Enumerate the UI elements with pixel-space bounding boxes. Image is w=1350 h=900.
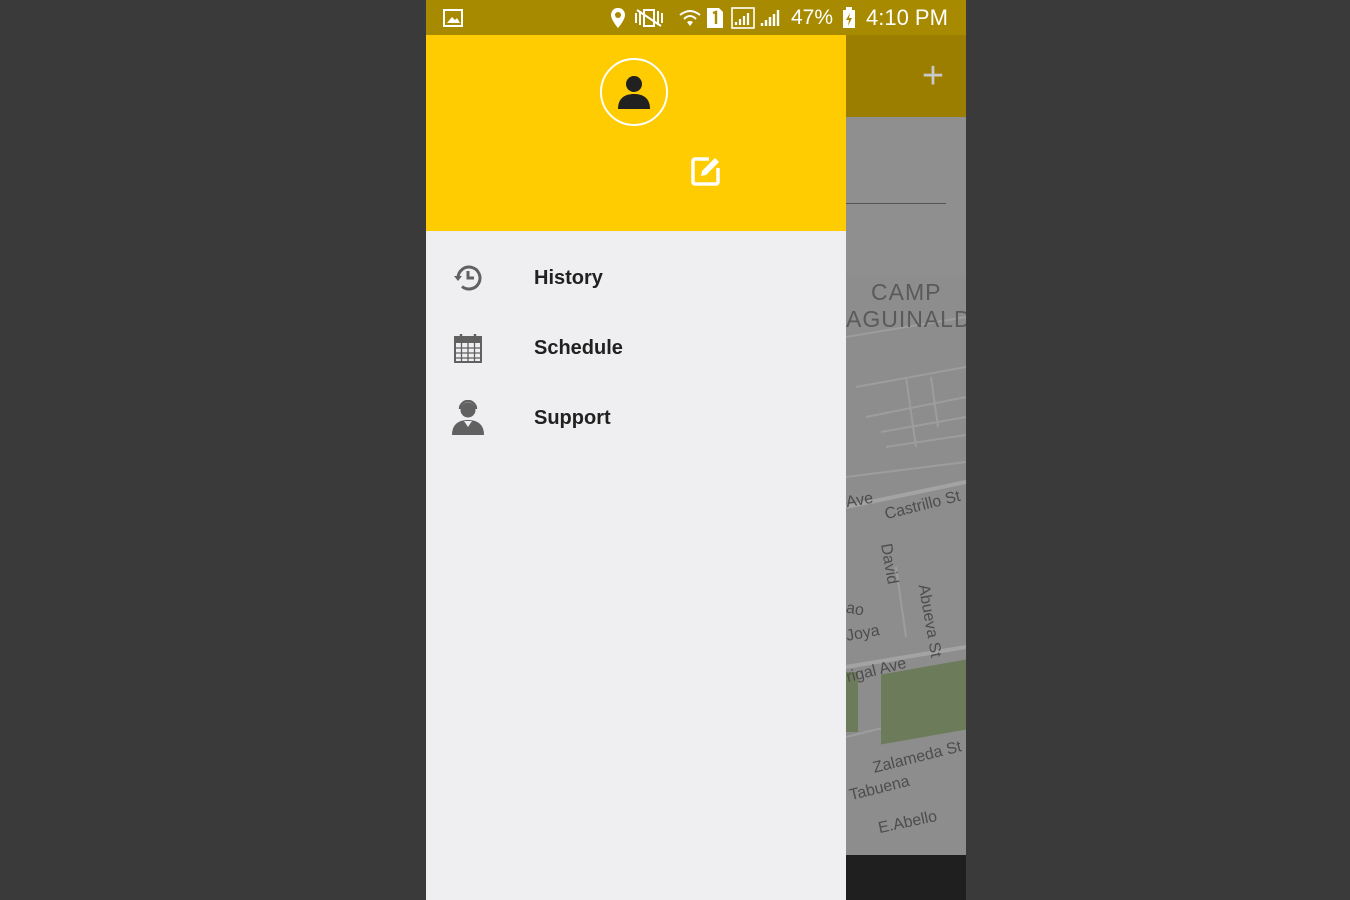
support-agent-icon bbox=[450, 400, 486, 436]
person-icon bbox=[618, 76, 650, 109]
menu-item-label: History bbox=[534, 266, 603, 289]
menu-item-support[interactable]: Support bbox=[426, 390, 846, 446]
signal-icon bbox=[760, 0, 780, 35]
map-label-aguinaldo: AGUINALDO bbox=[846, 306, 966, 332]
battery-charging-icon bbox=[842, 0, 856, 35]
sim-1-icon bbox=[706, 0, 724, 35]
phone-screen: 47% 4:10 PM + CAMP AGUINALD Ave Castrill… bbox=[426, 0, 966, 900]
avatar[interactable] bbox=[600, 58, 668, 126]
status-bar: 47% 4:10 PM bbox=[426, 0, 966, 35]
menu-item-label: Support bbox=[534, 406, 611, 429]
edit-icon bbox=[691, 157, 720, 186]
clock: 4:10 PM bbox=[866, 4, 948, 30]
location-pin-icon bbox=[610, 0, 626, 35]
vibrate-mute-icon bbox=[633, 0, 665, 35]
calendar-icon bbox=[450, 330, 486, 366]
search-underline bbox=[846, 203, 946, 204]
battery-percent: 47% bbox=[791, 5, 834, 29]
edit-profile-button[interactable] bbox=[691, 156, 721, 186]
map-label-ao: ao bbox=[844, 599, 866, 620]
drawer-header bbox=[426, 35, 846, 231]
signal-icon bbox=[731, 0, 755, 35]
wifi-icon bbox=[679, 0, 701, 35]
menu-item-label: Schedule bbox=[534, 336, 623, 359]
navigation-drawer: History Schedule Support bbox=[426, 35, 846, 900]
plus-icon[interactable]: + bbox=[914, 57, 952, 95]
menu-item-history[interactable]: History bbox=[426, 250, 846, 306]
image-icon bbox=[443, 0, 463, 35]
history-icon bbox=[450, 260, 486, 296]
menu-item-schedule[interactable]: Schedule bbox=[426, 320, 846, 376]
map-label-camp: CAMP bbox=[871, 279, 942, 305]
